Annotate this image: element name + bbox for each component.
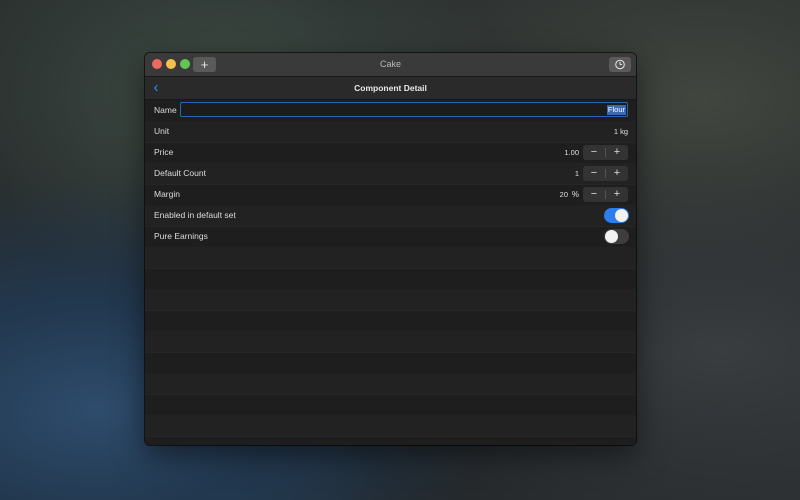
pure-earnings-label: Pure Earnings [154, 231, 208, 241]
empty-row [145, 289, 636, 311]
enabled-default-toggle[interactable] [604, 208, 629, 223]
pure-earnings-row: Pure Earnings [145, 226, 636, 248]
enabled-default-row: Enabled in default set [145, 205, 636, 227]
empty-row [145, 394, 636, 416]
toggle-knob [615, 209, 628, 222]
margin-decrement-button[interactable]: − [583, 187, 605, 202]
margin-unit: % [571, 190, 579, 199]
price-stepper[interactable]: − + [583, 145, 628, 160]
app-window: Cake + ‹ Component Detail Name Flour Uni [145, 53, 636, 445]
settings-button[interactable] [609, 57, 631, 72]
title-bar: Cake + [145, 53, 636, 77]
price-increment-button[interactable]: + [606, 145, 628, 160]
empty-row [145, 310, 636, 332]
price-value[interactable]: 1.00 [564, 142, 579, 163]
settings-clock-icon [615, 59, 625, 70]
unit-row: Unit 1 kg [145, 121, 636, 143]
name-row: Name Flour [145, 100, 636, 122]
pure-earnings-toggle[interactable] [604, 229, 629, 244]
default-count-decrement-button[interactable]: − [583, 166, 605, 181]
default-count-stepper[interactable]: − + [583, 166, 628, 181]
toggle-knob [605, 230, 618, 243]
navigation-bar: ‹ Component Detail [145, 77, 636, 100]
price-row: Price 1.00 − + [145, 142, 636, 164]
default-count-increment-button[interactable]: + [606, 166, 628, 181]
add-button[interactable]: + [193, 57, 216, 72]
empty-row [145, 415, 636, 437]
detail-form: Name Flour Unit 1 kg Price 1.00 − + Defa… [145, 100, 636, 445]
default-count-row: Default Count 1 − + [145, 163, 636, 185]
unit-value[interactable]: 1 kg [614, 121, 628, 142]
margin-value[interactable]: 20 [560, 184, 568, 205]
window-title: Cake [379, 59, 401, 69]
price-label: Price [154, 147, 174, 157]
page-title: Component Detail [354, 83, 427, 93]
default-count-label: Default Count [154, 168, 206, 178]
margin-label: Margin [154, 189, 180, 199]
enabled-default-label: Enabled in default set [154, 210, 236, 220]
empty-row [145, 373, 636, 395]
default-count-value[interactable]: 1 [575, 163, 579, 184]
empty-row [145, 247, 636, 269]
unit-label: Unit [154, 126, 170, 136]
margin-row: Margin 20 % − + [145, 184, 636, 206]
empty-row [145, 268, 636, 290]
margin-stepper[interactable]: − + [583, 187, 628, 202]
margin-increment-button[interactable]: + [606, 187, 628, 202]
empty-row [145, 352, 636, 374]
price-decrement-button[interactable]: − [583, 145, 605, 160]
name-value: Flour [606, 105, 626, 115]
name-label: Name [154, 105, 177, 115]
plus-icon: + [200, 57, 209, 72]
name-input[interactable]: Flour [180, 102, 628, 117]
empty-row [145, 331, 636, 353]
